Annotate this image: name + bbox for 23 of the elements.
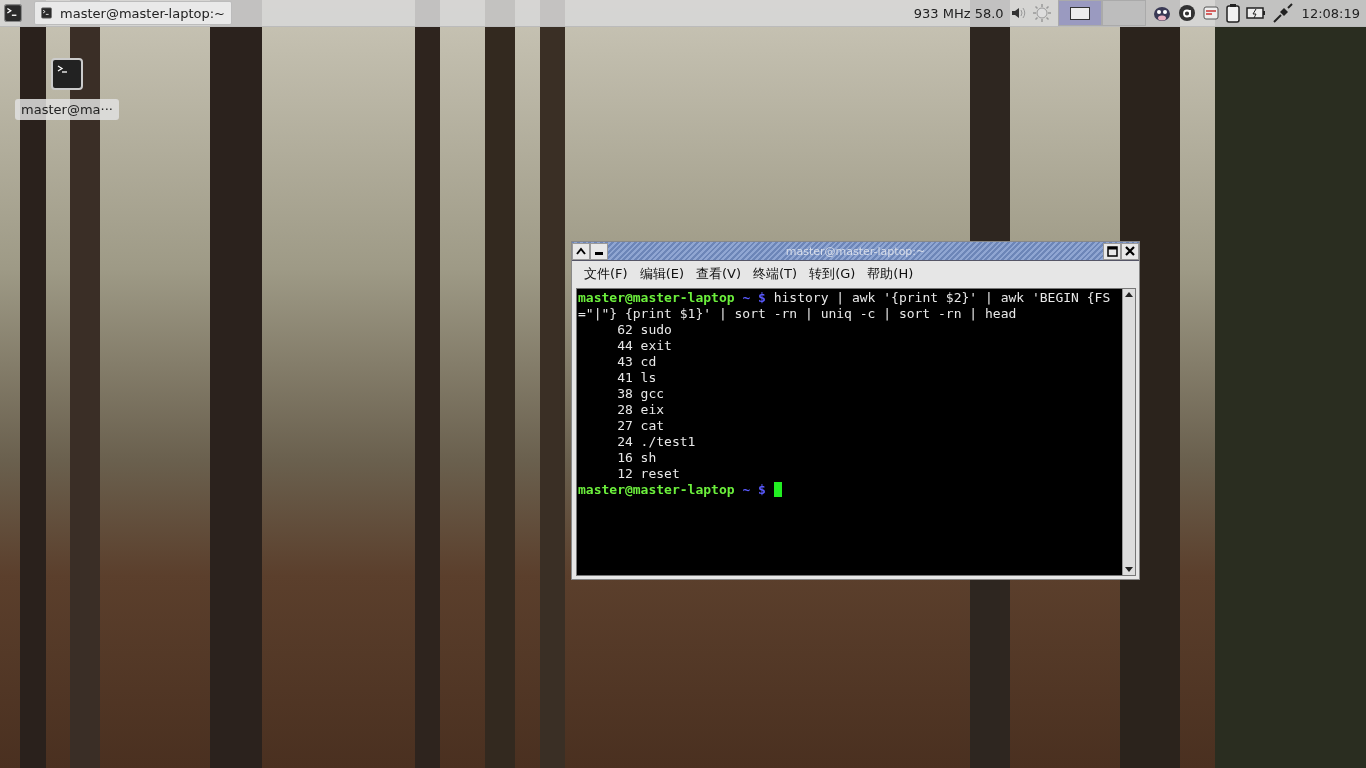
prompt-line: master@master-laptop ~ $ history | awk '{print $2}' | awk 'BEGIN {FS="|"} {print $1}' | sort -rn | uniq -c | sort -rn | head [578,290,1112,322]
cpu-status: 933 MHz 58.0 [913,5,1004,21]
output-line: 24 ./test1 [616,434,697,450]
menu-item[interactable]: 帮助(H) [861,262,920,285]
menu-item[interactable]: 文件(F) [578,262,634,285]
menu-item[interactable]: 终端(T) [747,262,804,285]
clock: 12:08:19 [1301,5,1360,21]
output-line: 16 sh [616,450,658,466]
output-line: 62 sudo [616,322,673,338]
output-line: 43 cd [616,354,658,370]
desktop-icon-label[interactable]: master@ma··· [15,99,119,120]
prompt-line: master@master-laptop ~ $ [578,482,1121,498]
output-line: 28 eix [616,402,666,418]
menu-item[interactable]: 查看(V) [690,262,748,285]
output-line: 44 exit [616,338,673,354]
menu-item[interactable]: 编辑(E) [633,262,690,285]
output-line: 27 cat [616,418,666,434]
menu-item[interactable]: 转到(G) [803,262,862,285]
window-title: master@master-laptop:~ [784,244,927,258]
output-line: 12 reset [616,466,681,482]
output-line: 41 ls [616,370,658,386]
taskbar-button[interactable]: master@master-laptop:~ [34,1,232,25]
output-line: 38 gcc [616,386,666,402]
